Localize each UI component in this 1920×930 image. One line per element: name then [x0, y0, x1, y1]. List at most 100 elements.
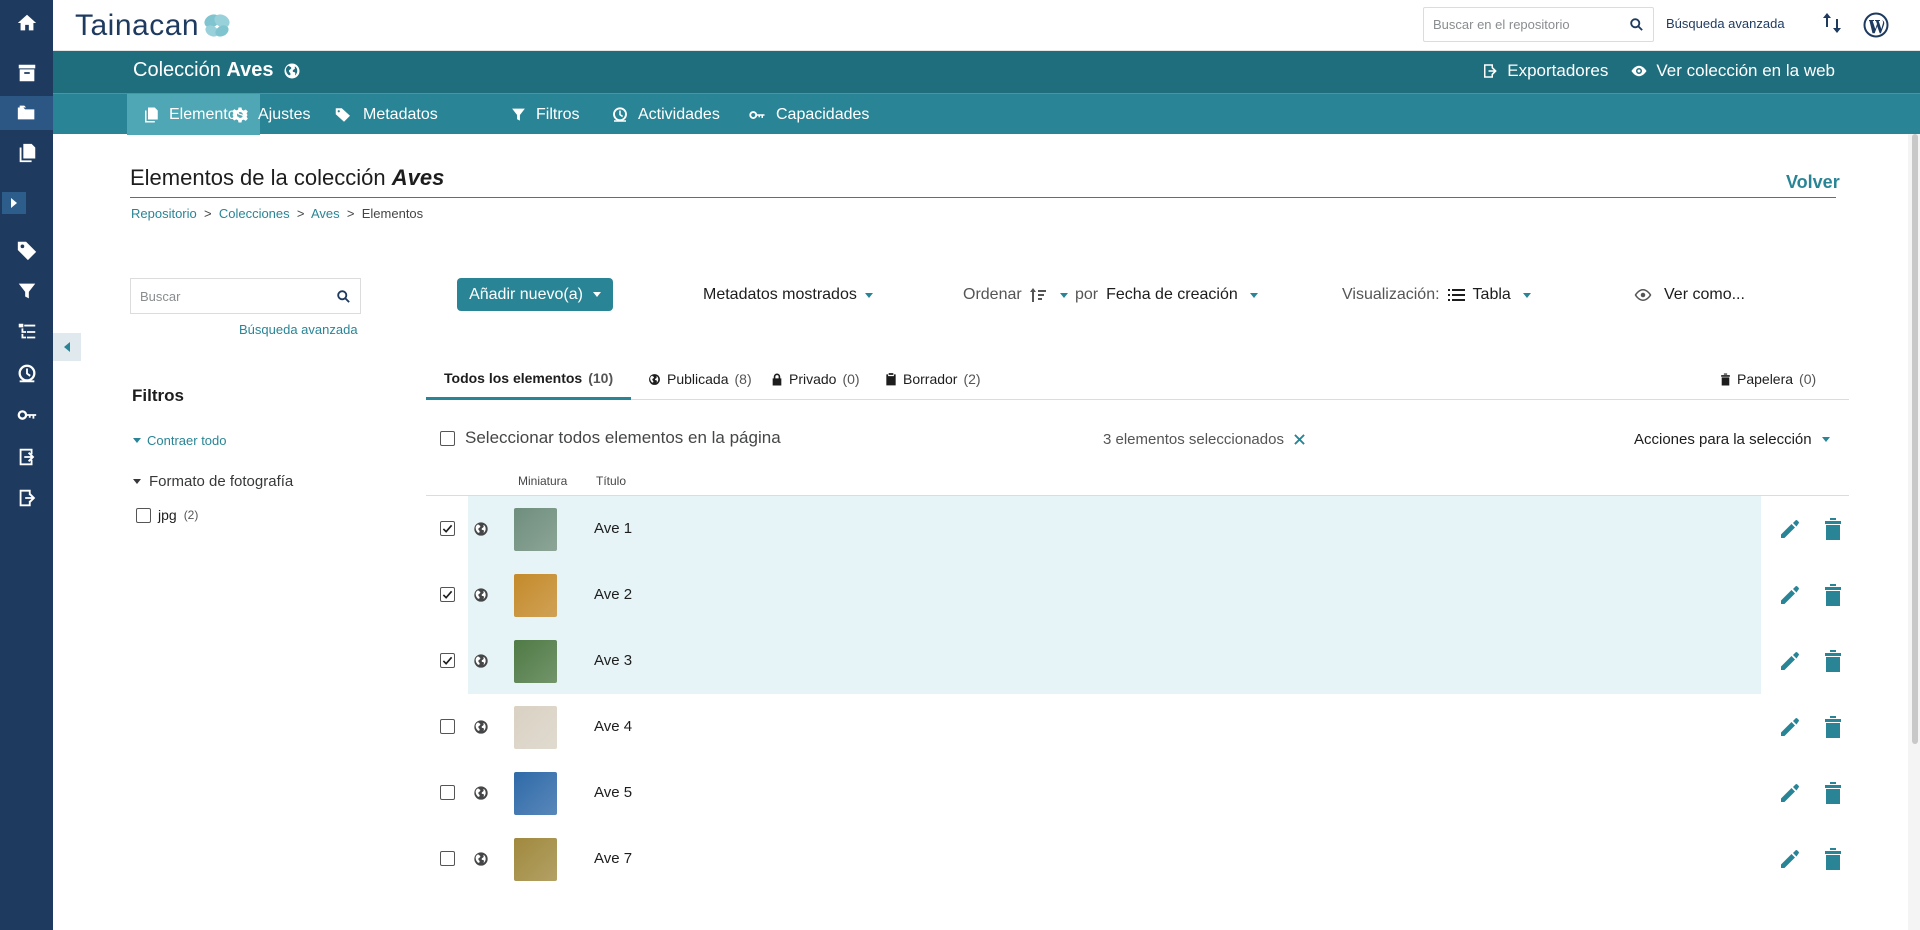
sort-order-dropdown[interactable]: Ordenar	[963, 286, 1068, 304]
breadcrumb-colecciones[interactable]: Colecciones	[219, 206, 290, 221]
sort-field-dropdown[interactable]: por Fecha de creación	[1075, 286, 1258, 304]
page-title-collection: Aves	[391, 165, 445, 190]
importers-icon[interactable]	[0, 440, 53, 474]
edit-icon[interactable]	[1778, 847, 1802, 871]
processes-icon[interactable]	[1822, 12, 1842, 39]
collection-title[interactable]: Colección Aves	[133, 59, 301, 82]
edit-icon[interactable]	[1778, 517, 1802, 541]
trash-icon[interactable]	[1822, 649, 1844, 673]
public-globe-icon	[474, 786, 488, 800]
tab-all-items[interactable]: Todos los elementos (10)	[426, 358, 632, 400]
row-checkbox[interactable]	[440, 719, 455, 734]
metadata-shown-dropdown[interactable]: Metadatos mostrados	[703, 286, 873, 304]
view-mode-dropdown[interactable]: Visualización: Tabla	[1342, 286, 1531, 304]
item-title[interactable]: Ave 4	[594, 718, 632, 735]
filter-icon[interactable]	[0, 274, 53, 308]
table-row[interactable]: Ave 2	[426, 562, 1849, 628]
edit-icon[interactable]	[1778, 781, 1802, 805]
edit-icon[interactable]	[1778, 583, 1802, 607]
items-search-input[interactable]: Buscar	[130, 278, 361, 314]
wordpress-icon[interactable]	[1863, 12, 1889, 43]
view-collection-link[interactable]: Ver colección en la web	[1630, 61, 1835, 81]
item-title[interactable]: Ave 2	[594, 586, 632, 603]
home-icon[interactable]	[0, 0, 53, 46]
back-link[interactable]: Volver	[1786, 172, 1840, 193]
row-checkbox[interactable]	[440, 785, 455, 800]
table-row[interactable]: Ave 3	[426, 628, 1849, 694]
trash-icon[interactable]	[1822, 583, 1844, 607]
item-title[interactable]: Ave 3	[594, 652, 632, 669]
add-new-button[interactable]: Añadir nuevo(a)	[457, 278, 613, 311]
trash-icon[interactable]	[1822, 517, 1844, 541]
item-thumbnail[interactable]	[514, 838, 557, 881]
exporters-icon[interactable]	[0, 481, 53, 515]
archive-icon[interactable]	[0, 56, 53, 90]
trash-icon[interactable]	[1822, 715, 1844, 739]
tab-filtros[interactable]: Filtros	[495, 94, 595, 135]
edit-icon[interactable]	[1778, 715, 1802, 739]
view-as-button[interactable]: Ver como...	[1634, 286, 1745, 304]
clear-selection-icon[interactable]	[1294, 434, 1305, 445]
table-row[interactable]: Ave 5	[426, 760, 1849, 826]
column-title[interactable]: Título	[596, 474, 626, 488]
exporters-link[interactable]: Exportadores	[1481, 61, 1608, 81]
advanced-search-link[interactable]: Búsqueda avanzada	[239, 322, 358, 337]
collapse-all-link[interactable]: Contraer todo	[133, 433, 227, 448]
filter-checkbox[interactable]	[136, 507, 151, 523]
tab-trash[interactable]: Papelera (0)	[1702, 358, 1834, 400]
filter-group-photo-format[interactable]: Formato de fotografía	[133, 473, 293, 490]
bulk-actions-dropdown[interactable]: Acciones para la selección	[1634, 431, 1830, 448]
item-thumbnail[interactable]	[514, 574, 557, 617]
trash-icon	[1721, 373, 1730, 385]
row-checkbox[interactable]	[440, 521, 455, 536]
row-checkbox[interactable]	[440, 653, 455, 668]
search-icon[interactable]	[336, 289, 351, 304]
edit-icon[interactable]	[1778, 649, 1802, 673]
item-title[interactable]: Ave 5	[594, 784, 632, 801]
item-title[interactable]: Ave 1	[594, 520, 632, 537]
breadcrumb-repositorio[interactable]: Repositorio	[131, 206, 197, 221]
row-checkbox[interactable]	[440, 851, 455, 866]
trash-icon[interactable]	[1822, 781, 1844, 805]
tab-ajustes[interactable]: Ajustes	[216, 94, 325, 135]
items-search-placeholder: Buscar	[140, 288, 181, 304]
tab-private[interactable]: Privado (0)	[753, 358, 878, 400]
row-checkbox[interactable]	[440, 587, 455, 602]
item-thumbnail[interactable]	[514, 772, 557, 815]
scrollbar-thumb[interactable]	[1912, 134, 1918, 744]
items-icon[interactable]	[0, 136, 53, 170]
tainacan-logo[interactable]: Tainacan	[75, 9, 231, 43]
filter-option-jpg[interactable]: jpg (2)	[136, 507, 198, 523]
collections-icon[interactable]	[0, 96, 53, 130]
repository-search-input[interactable]: Buscar en el repositorio	[1423, 7, 1654, 42]
tab-capacidades[interactable]: Capacidades	[732, 94, 884, 135]
item-thumbnail[interactable]	[514, 706, 557, 749]
taxonomy-icon[interactable]	[0, 315, 53, 349]
expand-sidebar-icon[interactable]	[2, 192, 26, 214]
table-header: Miniatura Título	[426, 456, 1849, 496]
status-tab-count: (0)	[842, 371, 860, 387]
activities-icon[interactable]	[0, 357, 53, 391]
tab-metadatos[interactable]: Metadatos	[319, 94, 453, 135]
select-all-checkbox[interactable]: Seleccionar todos elementos en la página	[440, 428, 781, 448]
key-icon[interactable]	[0, 398, 53, 432]
search-icon[interactable]	[1629, 17, 1644, 32]
status-tab-label: Papelera	[1737, 371, 1794, 387]
trash-icon[interactable]	[1822, 847, 1844, 871]
tag-icon[interactable]	[0, 233, 53, 267]
tab-published[interactable]: Publicada (8)	[630, 358, 770, 400]
table-row[interactable]: Ave 4	[426, 694, 1849, 760]
table-row[interactable]: Ave 1	[426, 496, 1849, 562]
item-thumbnail[interactable]	[514, 640, 557, 683]
row-selected-highlight	[468, 562, 1761, 628]
table-row[interactable]: Ave 7	[426, 826, 1849, 892]
advanced-search-link[interactable]: Búsqueda avanzada	[1666, 16, 1785, 31]
item-thumbnail[interactable]	[514, 508, 557, 551]
item-title[interactable]: Ave 7	[594, 850, 632, 867]
collection-prefix: Colección	[133, 59, 221, 81]
column-thumbnail[interactable]: Miniatura	[518, 474, 567, 488]
select-all-box[interactable]	[440, 430, 455, 446]
tab-draft[interactable]: Borrador (2)	[867, 358, 999, 400]
breadcrumb-aves[interactable]: Aves	[311, 206, 340, 221]
tab-actividades[interactable]: Actividades	[596, 94, 735, 135]
